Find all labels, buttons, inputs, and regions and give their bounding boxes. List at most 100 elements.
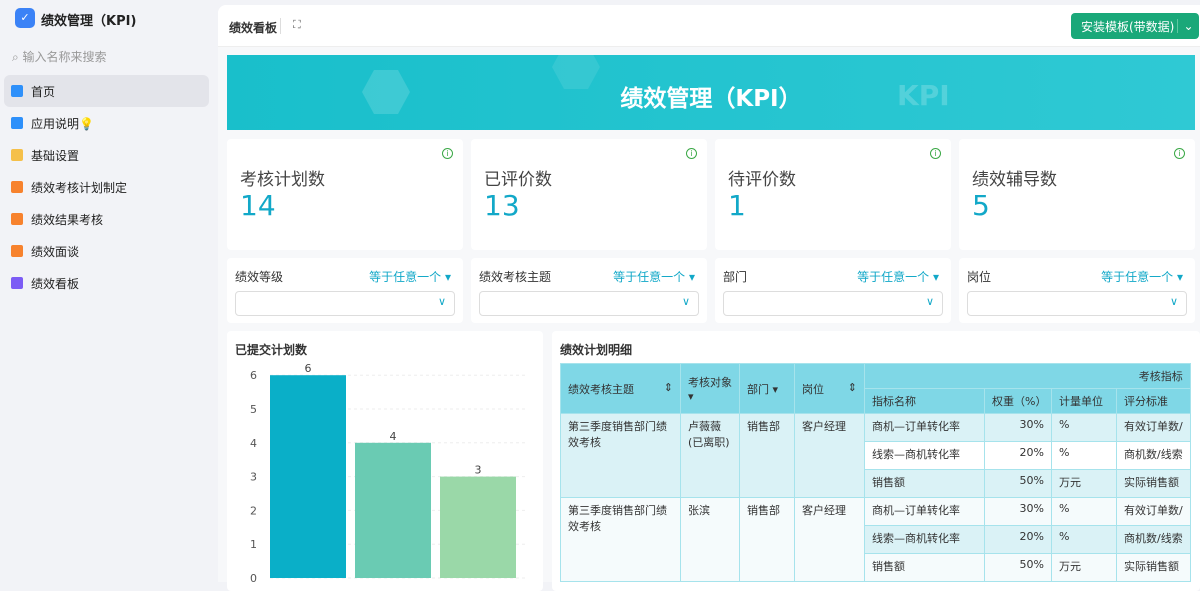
filter-select[interactable]: ∨: [723, 291, 943, 316]
filter-operator[interactable]: 等于任意一个 ▾: [1101, 268, 1183, 285]
install-label: 安装模板(带数据): [1081, 19, 1175, 34]
app-title: 绩效管理（KPI): [41, 14, 137, 29]
sidebar-item[interactable]: 应用说明💡: [4, 107, 209, 139]
sidebar-item-label: 绩效看板: [31, 276, 80, 291]
cell-standard: 商机数/线索: [1116, 441, 1191, 470]
sidebar-item[interactable]: 绩效考核计划制定: [4, 171, 209, 203]
bar-value-label: 4: [390, 430, 397, 443]
fullscreen-icon[interactable]: ⛶: [293, 18, 301, 32]
col-weight: 权重（%）: [984, 388, 1052, 414]
filter-card: 绩效考核主题 等于任意一个 ▾ ∨: [471, 258, 707, 323]
stat-label: 绩效辅导数: [972, 170, 1057, 190]
table-card: 绩效计划明细 绩效考核主题 ⇕ 考核对象 ▾ 部门 ▾ 岗位 ⇕ 考核指标 指标…: [552, 331, 1200, 591]
chevron-down-icon: ∨: [1169, 295, 1178, 308]
divider: [280, 18, 281, 34]
filter-select[interactable]: ∨: [479, 291, 699, 316]
cell-theme: 第三季度销售部门绩效考核: [560, 497, 681, 582]
cell-weight: 30%: [984, 497, 1052, 526]
chevron-down-icon: ∨: [925, 295, 934, 308]
bar[interactable]: [355, 442, 431, 578]
cell-unit: 万元: [1051, 553, 1117, 582]
cell-standard: 有效订单数/: [1116, 413, 1191, 442]
filter-operator[interactable]: 等于任意一个 ▾: [857, 268, 939, 285]
y-tick-label: 1: [250, 538, 257, 551]
search-placeholder: 输入名称来搜索: [22, 50, 107, 64]
y-tick-label: 6: [250, 369, 257, 382]
chevron-down-icon: ∨: [681, 295, 690, 308]
install-template-button[interactable]: 安装模板(带数据) ⌄: [1071, 13, 1199, 39]
cell-unit: 万元: [1051, 469, 1117, 498]
sidebar-item-label: 绩效结果考核: [31, 212, 104, 227]
cell-standard: 商机数/线索: [1116, 525, 1191, 554]
sidebar-item-label: 绩效考核计划制定: [31, 180, 128, 195]
col-dept[interactable]: 部门 ▾: [739, 363, 795, 414]
org-icon: [11, 181, 23, 193]
col-position[interactable]: 岗位 ⇕: [794, 363, 865, 414]
y-tick-label: 2: [250, 504, 257, 517]
cell-indicator-name: 线索—商机转化率: [864, 525, 985, 554]
home-icon: [11, 85, 23, 97]
cell-indicator-name: 商机—订单转化率: [864, 497, 985, 526]
filter-label: 绩效考核主题: [479, 270, 552, 284]
org-icon: [11, 245, 23, 257]
cell-unit: %: [1051, 413, 1117, 442]
bar[interactable]: [270, 375, 346, 578]
bar[interactable]: [440, 476, 516, 578]
sidebar-item[interactable]: 绩效面谈: [4, 235, 209, 267]
info-icon[interactable]: i: [1174, 148, 1185, 159]
sidebar-item-label: 绩效面谈: [31, 244, 80, 259]
stat-value: 13: [484, 189, 520, 222]
cell-target: 卢薇薇(已离职): [680, 413, 740, 498]
filter-operator[interactable]: 等于任意一个 ▾: [369, 268, 451, 285]
info-icon[interactable]: i: [686, 148, 697, 159]
sidebar-item[interactable]: 绩效结果考核: [4, 203, 209, 235]
info-icon[interactable]: i: [442, 148, 453, 159]
table-row[interactable]: 第三季度销售部门绩效考核 卢薇薇(已离职) 销售部 客户经理 商机—订单转化率 30%% 有…: [560, 413, 1191, 498]
stat-value: 5: [972, 189, 990, 222]
col-standard: 评分标准: [1116, 388, 1191, 414]
cell-theme: 第三季度销售部门绩效考核: [560, 413, 681, 498]
sidebar-item[interactable]: 首页: [4, 75, 209, 107]
cell-weight: 20%: [984, 525, 1052, 554]
top-bar: 绩效看板 ⛶ 安装模板(带数据) ⌄: [218, 5, 1200, 47]
cell-indicator-name: 线索—商机转化率: [864, 441, 985, 470]
bar-value-label: 3: [475, 464, 482, 477]
cell-indicator-name: 销售额: [864, 469, 985, 498]
cell-standard: 有效订单数/: [1116, 497, 1191, 526]
table-row[interactable]: 第三季度销售部门绩效考核 张滨 销售部 客户经理 商机—订单转化率 30%% 有效订单数/: [560, 497, 1191, 582]
filter-select[interactable]: ∨: [235, 291, 455, 316]
filter-select[interactable]: ∨: [967, 291, 1187, 316]
cell-dept: 销售部: [739, 497, 795, 582]
stat-value: 14: [240, 189, 276, 222]
search-input[interactable]: ⌕ 输入名称来搜索: [12, 48, 107, 65]
sidebar-item[interactable]: 基础设置: [4, 139, 209, 171]
doc-icon: [11, 117, 23, 129]
cell-standard: 实际销售额: [1116, 469, 1191, 498]
app-logo-icon: ✓: [15, 8, 35, 28]
cell-weight: 20%: [984, 441, 1052, 470]
search-icon: ⌕: [12, 50, 23, 64]
cell-dept: 销售部: [739, 413, 795, 498]
col-group-indicators: 考核指标: [864, 363, 1191, 389]
banner: KPI 绩效管理（KPI）: [227, 55, 1195, 130]
filter-label: 岗位: [967, 270, 992, 284]
chevron-down-icon[interactable]: ⌄: [1177, 19, 1199, 33]
sidebar-item-label: 首页: [31, 84, 56, 99]
col-theme[interactable]: 绩效考核主题 ⇕: [560, 363, 681, 414]
table-title: 绩效计划明细: [560, 343, 633, 357]
cell-unit: %: [1051, 525, 1117, 554]
col-unit: 计量单位: [1051, 388, 1117, 414]
cell-weight: 50%: [984, 469, 1052, 498]
cell-unit: %: [1051, 497, 1117, 526]
filter-label: 部门: [723, 270, 748, 284]
stat-label: 考核计划数: [240, 170, 325, 190]
cell-indicator-name: 商机—订单转化率: [864, 413, 985, 442]
col-target[interactable]: 考核对象 ▾: [680, 363, 740, 414]
sidebar-item[interactable]: 绩效看板: [4, 267, 209, 299]
filter-card: 绩效等级 等于任意一个 ▾ ∨: [227, 258, 463, 323]
info-icon[interactable]: i: [930, 148, 941, 159]
cell-unit: %: [1051, 441, 1117, 470]
filter-operator[interactable]: 等于任意一个 ▾: [613, 268, 695, 285]
y-tick-label: 4: [250, 437, 257, 450]
sidebar: ✓ 绩效管理（KPI) ⌕ 输入名称来搜索 首页应用说明💡 基础设置绩效考核计划制…: [0, 0, 215, 582]
